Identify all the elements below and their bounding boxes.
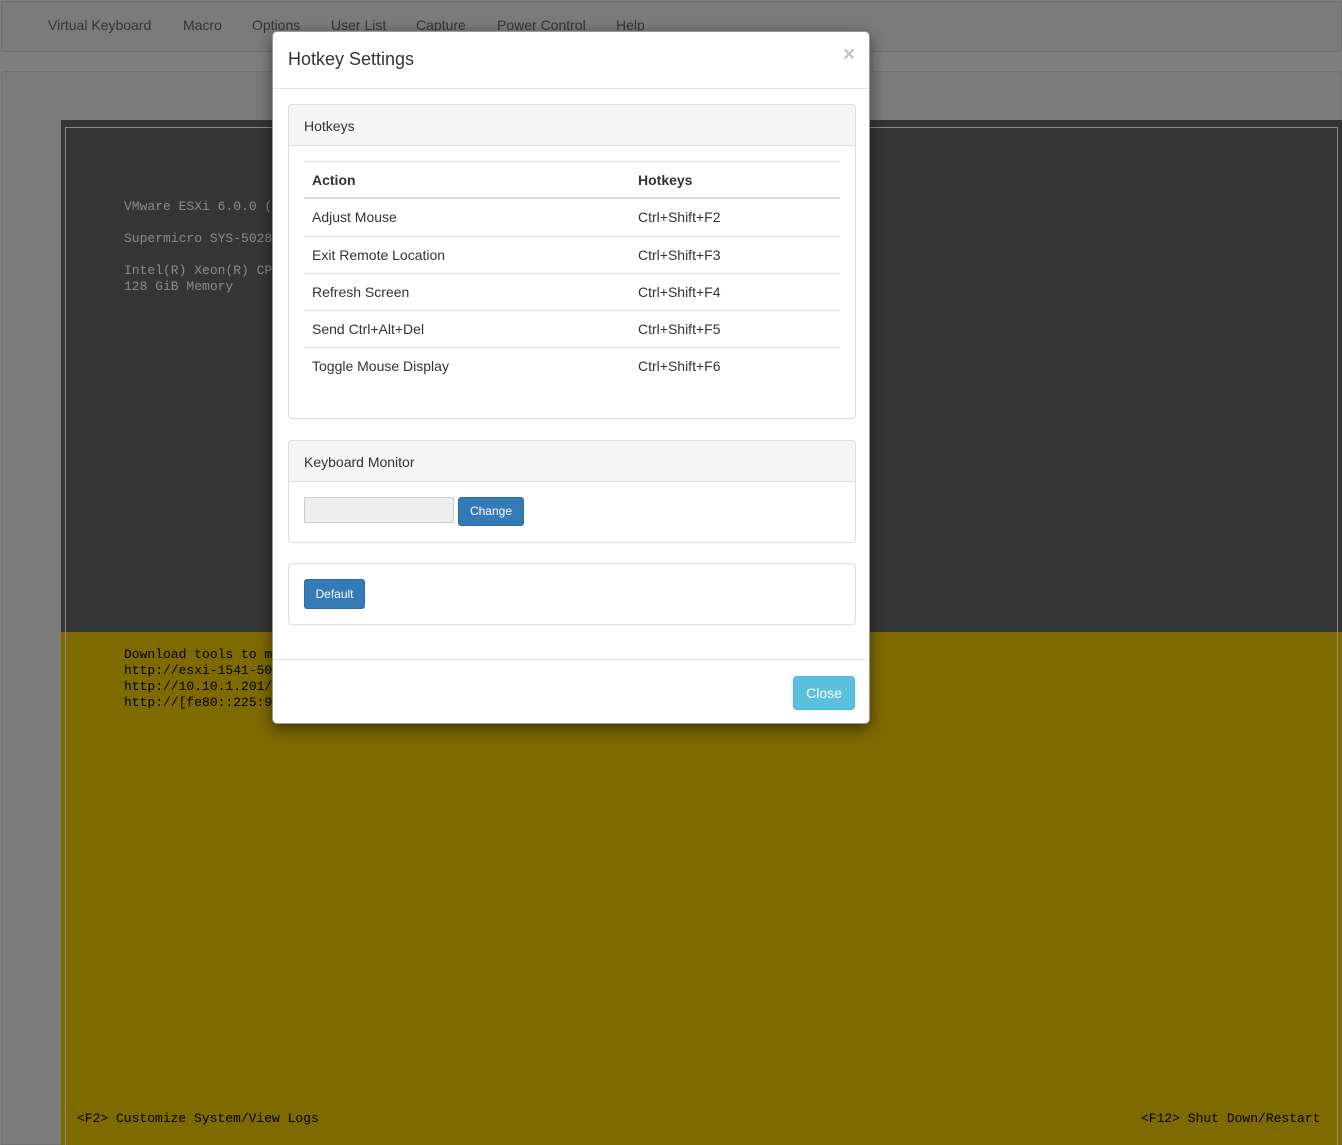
console-line: VMware ESXi 6.0.0 ( — [124, 199, 273, 214]
keyboard-monitor-input[interactable] — [304, 497, 454, 523]
menu-virtual-keyboard[interactable]: Virtual Keyboard — [48, 17, 151, 33]
table-row: Adjust Mouse Ctrl+Shift+F2 — [304, 199, 840, 236]
default-button[interactable]: Default — [304, 579, 365, 609]
hotkey-cell: Ctrl+Shift+F6 — [638, 358, 721, 374]
action-cell: Refresh Screen — [312, 284, 410, 300]
table-row: Toggle Mouse Display Ctrl+Shift+F6 — [304, 347, 840, 384]
close-button[interactable]: Close — [793, 676, 855, 710]
console-line: http://10.10.1.201/ — [124, 679, 273, 694]
console-line: Intel(R) Xeon(R) CP — [124, 263, 273, 278]
dialog-footer: Close — [273, 659, 869, 723]
console-line: 128 GiB Memory — [124, 279, 234, 294]
hotkey-cell: Ctrl+Shift+F3 — [638, 247, 721, 263]
action-cell: Exit Remote Location — [312, 247, 446, 263]
console-line: Supermicro SYS-5028 — [124, 231, 273, 246]
close-icon[interactable]: × — [843, 44, 855, 65]
hotkeys-table: Action Hotkeys Adjust Mouse Ctrl+Shift+F… — [304, 161, 840, 384]
table-row: Refresh Screen Ctrl+Shift+F4 — [304, 273, 840, 310]
table-header-row: Action Hotkeys — [304, 161, 840, 199]
hotkey-cell: Ctrl+Shift+F4 — [638, 284, 721, 300]
keyboard-monitor-panel-heading: Keyboard Monitor — [289, 441, 855, 482]
default-panel: Default — [288, 563, 856, 625]
change-button[interactable]: Change — [458, 497, 524, 526]
hotkeys-panel: Hotkeys Action Hotkeys Adjust Mouse Ctrl… — [288, 104, 856, 419]
action-cell: Send Ctrl+Alt+Del — [312, 321, 425, 337]
table-row: Send Ctrl+Alt+Del Ctrl+Shift+F5 — [304, 310, 840, 347]
keyboard-monitor-panel: Keyboard Monitor Change — [288, 440, 856, 543]
dialog-header: Hotkey Settings × — [273, 32, 869, 89]
action-cell: Adjust Mouse — [312, 209, 397, 225]
console-line: Download tools to m — [124, 647, 273, 662]
hotkey-cell: Ctrl+Shift+F2 — [638, 209, 721, 225]
dialog-title: Hotkey Settings — [288, 49, 415, 69]
console-line: http://[fe80::225:9 — [124, 695, 273, 710]
console-line: http://esxi-1541-50 — [124, 663, 273, 678]
column-header-action: Action — [312, 172, 356, 188]
hotkeys-heading: Hotkeys — [304, 118, 355, 134]
console-footer-left: <F2> Customize System/View Logs — [77, 1111, 319, 1126]
hotkey-settings-dialog: Hotkey Settings × Hotkeys Action Hotkeys… — [272, 31, 870, 724]
column-header-hotkeys: Hotkeys — [638, 172, 693, 188]
keyboard-monitor-heading: Keyboard Monitor — [304, 454, 415, 470]
console-footer-right: <F12> Shut Down/Restart — [1141, 1111, 1321, 1126]
hotkeys-panel-heading: Hotkeys — [289, 105, 855, 146]
hotkey-cell: Ctrl+Shift+F5 — [638, 321, 721, 337]
menu-macro[interactable]: Macro — [183, 17, 222, 33]
table-row: Exit Remote Location Ctrl+Shift+F3 — [304, 236, 840, 273]
action-cell: Toggle Mouse Display — [312, 358, 449, 374]
